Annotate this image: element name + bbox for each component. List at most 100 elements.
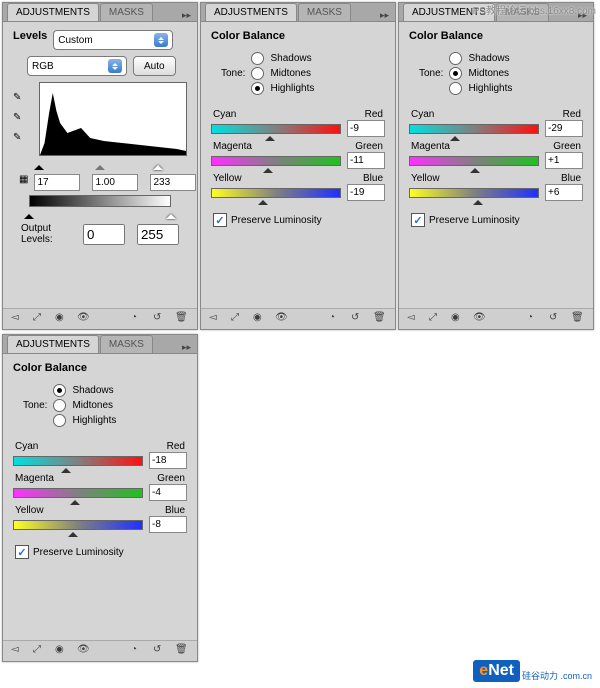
cyan-red-value[interactable] (149, 452, 187, 469)
back-icon[interactable]: ◅ (11, 312, 25, 326)
tab-adjustments[interactable]: ADJUSTMENTS (205, 3, 297, 21)
magenta-label: Magenta (213, 141, 252, 152)
calc-icon[interactable]: ▦ (19, 174, 28, 191)
tab-adjustments[interactable]: ADJUSTMENTS (7, 3, 99, 21)
cyan-red-value[interactable] (347, 120, 385, 137)
eyedropper-gray-icon[interactable]: ✎ (13, 112, 27, 126)
output-white[interactable] (137, 224, 179, 245)
preserve-luminosity-checkbox[interactable]: ✓ (15, 545, 29, 559)
radio-midtones[interactable] (251, 67, 264, 80)
preserve-luminosity-checkbox[interactable]: ✓ (213, 213, 227, 227)
radio-shadows[interactable] (251, 52, 264, 65)
cyan-label: Cyan (411, 109, 434, 120)
clip-icon[interactable]: ◔ (131, 312, 145, 326)
trash-icon[interactable]: 🗑 (175, 644, 189, 658)
preserve-luminosity-checkbox[interactable]: ✓ (411, 213, 425, 227)
radio-midtones[interactable] (449, 67, 462, 80)
trash-icon[interactable]: 🗑 (373, 312, 387, 326)
magenta-green-value[interactable] (149, 484, 187, 501)
magenta-green-value[interactable] (545, 152, 583, 169)
yellow-blue-slider[interactable] (13, 520, 143, 530)
back-icon[interactable]: ◅ (209, 312, 223, 326)
tone-shadows-label: Shadows (270, 53, 311, 64)
tone-label: Tone: (221, 68, 245, 79)
expand-icon[interactable]: ⤢ (429, 312, 443, 326)
magenta-green-slider[interactable] (13, 488, 143, 498)
blue-label: Blue (165, 505, 185, 516)
yellow-blue-slider[interactable] (409, 188, 539, 198)
histogram (39, 82, 187, 156)
magenta-green-slider[interactable] (211, 156, 341, 166)
output-black[interactable] (83, 224, 125, 245)
cyan-red-value[interactable] (545, 120, 583, 137)
yellow-blue-value[interactable] (545, 184, 583, 201)
reset-icon[interactable]: ↺ (153, 644, 167, 658)
eye-icon[interactable]: 👁 (77, 644, 91, 658)
reset-icon[interactable]: ↺ (153, 312, 167, 326)
cyan-red-slider[interactable] (13, 456, 143, 466)
expand-icon[interactable]: ⤢ (231, 312, 245, 326)
output-gradient[interactable] (29, 195, 171, 207)
eye-icon[interactable]: 👁 (275, 312, 289, 326)
radio-highlights[interactable] (449, 82, 462, 95)
green-label: Green (553, 141, 581, 152)
yellow-blue-value[interactable] (347, 184, 385, 201)
tone-midtones-label: Midtones (468, 68, 509, 79)
trash-icon[interactable]: 🗑 (175, 312, 189, 326)
green-label: Green (355, 141, 383, 152)
preserve-luminosity-label: Preserve Luminosity (429, 215, 520, 226)
tab-masks[interactable]: MASKS (298, 3, 351, 21)
radio-midtones[interactable] (53, 399, 66, 412)
expand-icon[interactable]: ⤢ (33, 644, 47, 658)
yellow-blue-slider[interactable] (211, 188, 341, 198)
tone-highlights-label: Highlights (72, 415, 116, 426)
yellow-label: Yellow (411, 173, 440, 184)
eyedropper-group: ✎ ✎ ✎ (13, 92, 27, 146)
circle-icon[interactable]: ◉ (55, 312, 69, 326)
output-label: Output Levels: (21, 223, 77, 245)
circle-icon[interactable]: ◉ (253, 312, 267, 326)
collapse-icon[interactable]: ▸▸ (378, 10, 391, 21)
eyedropper-white-icon[interactable]: ✎ (13, 132, 27, 146)
yellow-blue-value[interactable] (149, 516, 187, 533)
magenta-green-slider[interactable] (409, 156, 539, 166)
radio-shadows[interactable] (53, 384, 66, 397)
auto-button[interactable]: Auto (133, 56, 176, 76)
back-icon[interactable]: ◅ (407, 312, 421, 326)
circle-icon[interactable]: ◉ (55, 644, 69, 658)
tab-adjustments[interactable]: ADJUSTMENTS (7, 335, 99, 353)
collapse-icon[interactable]: ▸▸ (180, 342, 193, 353)
cyan-red-slider[interactable] (409, 124, 539, 134)
cyan-red-slider[interactable] (211, 124, 341, 134)
tab-masks[interactable]: MASKS (100, 3, 153, 21)
radio-shadows[interactable] (449, 52, 462, 65)
tone-shadows-label: Shadows (72, 385, 113, 396)
eye-icon[interactable]: 👁 (473, 312, 487, 326)
trash-icon[interactable]: 🗑 (571, 312, 585, 326)
clip-icon[interactable]: ◔ (329, 312, 343, 326)
watermark: PS教程论坛 bbs.16xx8.com (473, 2, 596, 17)
input-white[interactable] (150, 174, 196, 191)
clip-icon[interactable]: ◔ (131, 644, 145, 658)
circle-icon[interactable]: ◉ (451, 312, 465, 326)
eye-icon[interactable]: 👁 (77, 312, 91, 326)
tone-label: Tone: (23, 400, 47, 411)
magenta-green-value[interactable] (347, 152, 385, 169)
expand-icon[interactable]: ⤢ (33, 312, 47, 326)
radio-highlights[interactable] (251, 82, 264, 95)
collapse-icon[interactable]: ▸▸ (180, 10, 193, 21)
clip-icon[interactable]: ◔ (527, 312, 541, 326)
brand-logo: eNet硅谷动力 .com.cn (473, 660, 592, 682)
radio-highlights[interactable] (53, 414, 66, 427)
eyedropper-black-icon[interactable]: ✎ (13, 92, 27, 106)
preset-dropdown[interactable]: Custom (53, 30, 173, 50)
channel-dropdown[interactable]: RGB (27, 56, 127, 76)
input-black[interactable] (34, 174, 80, 191)
reset-icon[interactable]: ↺ (351, 312, 365, 326)
tab-masks[interactable]: MASKS (100, 335, 153, 353)
input-mid[interactable] (92, 174, 138, 191)
reset-icon[interactable]: ↺ (549, 312, 563, 326)
blue-label: Blue (561, 173, 581, 184)
back-icon[interactable]: ◅ (11, 644, 25, 658)
tone-highlights-label: Highlights (468, 83, 512, 94)
